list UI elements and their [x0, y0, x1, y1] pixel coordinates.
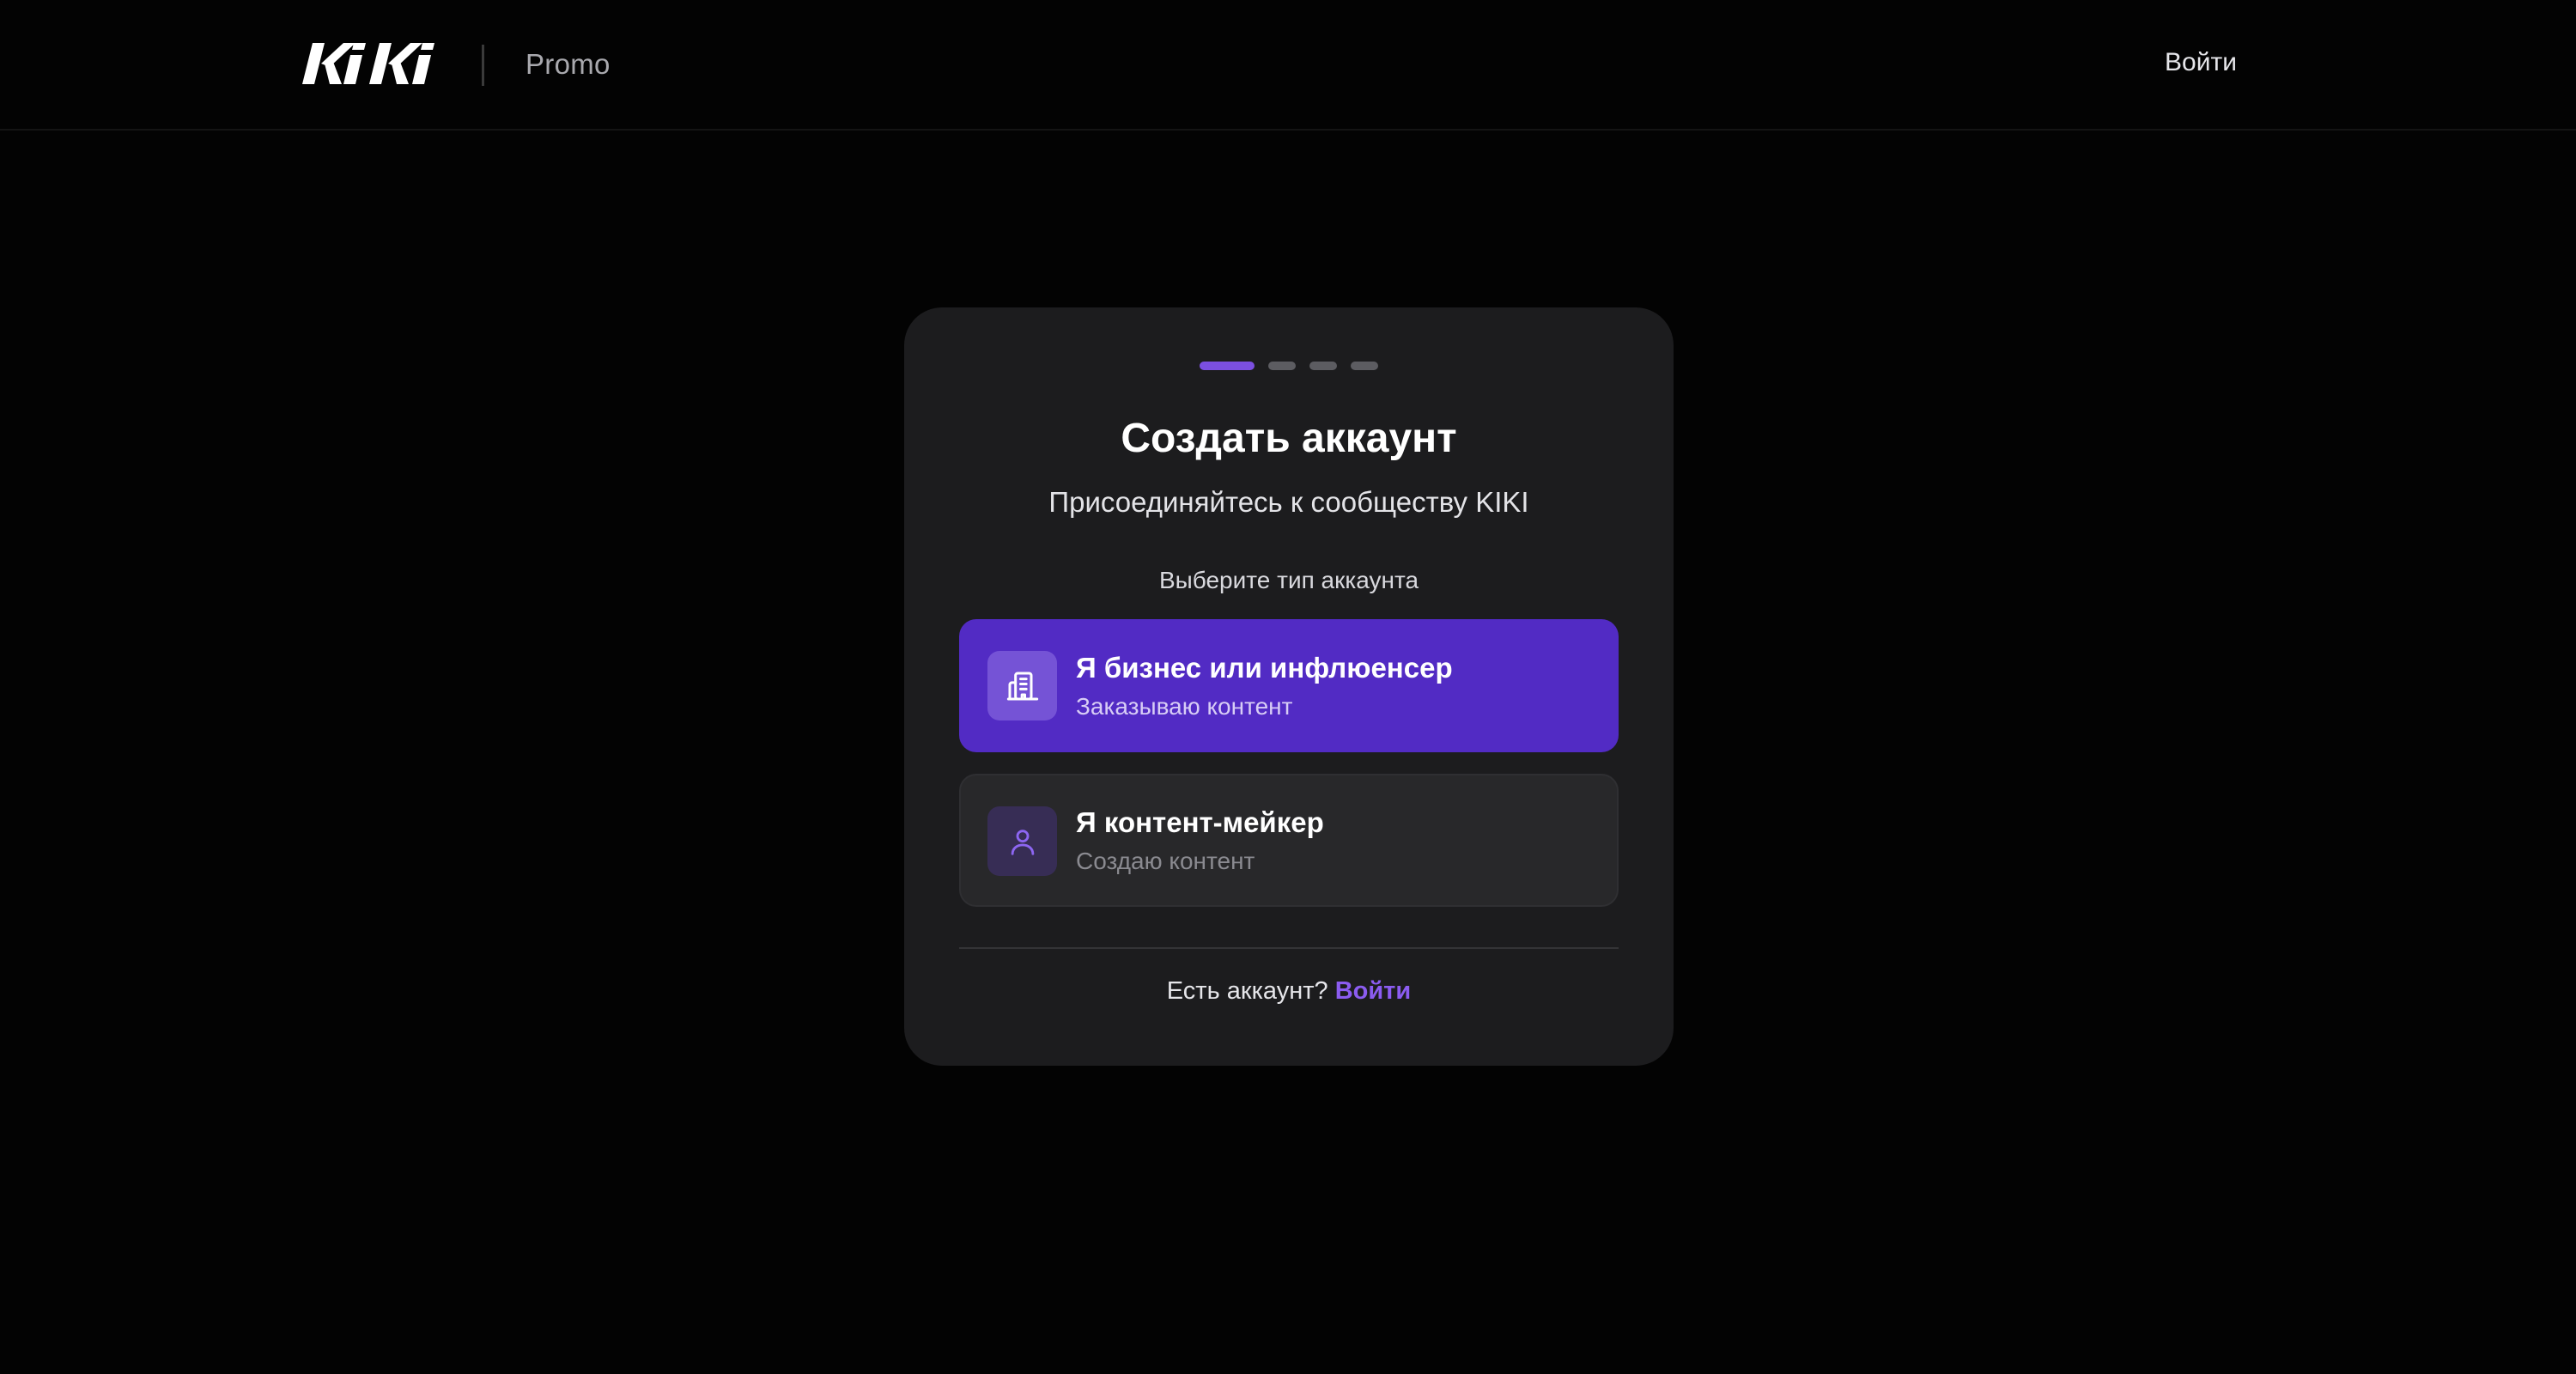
option-business-title: Я бизнес или инфлюенсер	[1076, 652, 1453, 684]
step-1	[1200, 362, 1255, 370]
user-icon	[987, 806, 1057, 876]
login-question: Есть аккаунт?	[1166, 977, 1335, 1005]
option-creator-description: Создаю контент	[1076, 848, 1255, 874]
header-login-link[interactable]: Войти	[2165, 48, 2237, 77]
logo-divider	[482, 45, 484, 86]
option-creator[interactable]: Я контент-мейкер Создаю контент	[959, 774, 1619, 907]
step-3	[1309, 362, 1337, 370]
card-divider	[959, 947, 1619, 949]
signup-card: Создать аккаунт Присоединяйтесь к сообще…	[904, 307, 1674, 1066]
kiki-logo[interactable]	[299, 38, 441, 89]
step-2	[1268, 362, 1296, 370]
card-subtitle: Присоединяйтесь к сообществу KIKI	[1048, 486, 1529, 518]
login-prompt: Есть аккаунт? Войти	[904, 977, 1674, 1006]
option-business[interactable]: Я бизнес или инфлюенсер Заказываю контен…	[959, 619, 1619, 752]
step-4	[1351, 362, 1378, 370]
step-indicator	[904, 362, 1674, 372]
top-header: Promo Войти	[0, 0, 2576, 131]
card-title: Создать аккаунт	[1121, 416, 1457, 461]
section-label: Promo	[526, 48, 611, 80]
option-creator-title: Я контент-мейкер	[1076, 806, 1324, 838]
building-icon	[987, 651, 1057, 720]
footer-login-link[interactable]: Войти	[1335, 977, 1412, 1005]
account-type-label: Выберите тип аккаунта	[1158, 567, 1419, 593]
option-business-description: Заказываю контент	[1076, 693, 1293, 720]
